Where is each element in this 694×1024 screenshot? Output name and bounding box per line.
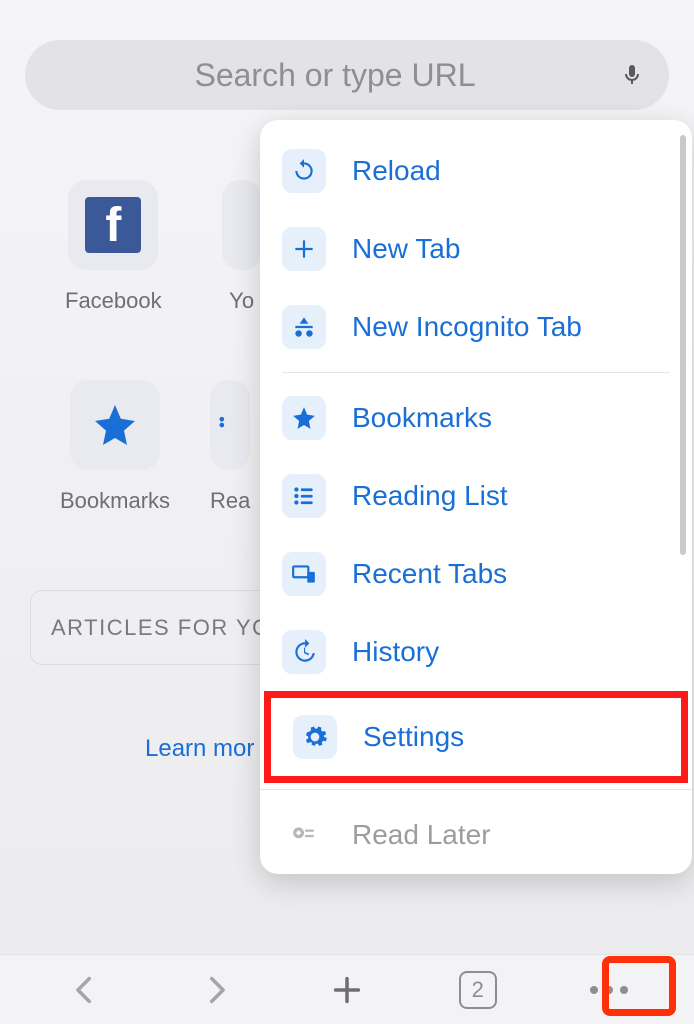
shortcut-bookmarks[interactable]: Bookmarks <box>60 380 170 514</box>
articles-heading-text: ARTICLES FOR YO <box>51 615 271 641</box>
menu-label: Settings <box>363 721 464 753</box>
incognito-icon <box>282 305 326 349</box>
search-bar[interactable]: Search or type URL <box>25 40 669 110</box>
learn-more-link[interactable]: Learn mor <box>145 735 254 763</box>
read-later-icon <box>282 813 326 857</box>
reload-icon <box>282 149 326 193</box>
menu-item-reload[interactable]: Reload <box>260 132 692 210</box>
star-icon <box>282 396 326 440</box>
menu-item-settings[interactable]: Settings <box>264 691 688 783</box>
star-icon <box>70 380 160 470</box>
overflow-menu: Reload New Tab New Incognito Tab Bookmar… <box>260 120 692 874</box>
shortcut-label: Bookmarks <box>60 488 170 514</box>
menu-item-read-later[interactable]: Read Later <box>260 796 692 874</box>
shortcuts-row-1: f Facebook Yo <box>65 180 262 314</box>
new-tab-button[interactable] <box>322 965 372 1015</box>
menu-label: Recent Tabs <box>352 558 507 590</box>
plus-icon <box>282 227 326 271</box>
menu-item-history[interactable]: History <box>260 613 692 691</box>
shortcut-reading-list[interactable]: Rea <box>210 380 250 514</box>
menu-divider <box>260 789 692 790</box>
menu-item-incognito[interactable]: New Incognito Tab <box>260 288 692 366</box>
menu-item-recent-tabs[interactable]: Recent Tabs <box>260 535 692 613</box>
menu-divider <box>282 372 670 373</box>
bottom-toolbar: 2 <box>0 954 694 1024</box>
shortcut-label: Yo <box>229 288 254 314</box>
facebook-icon: f <box>68 180 158 270</box>
menu-item-reading-list[interactable]: Reading List <box>260 457 692 535</box>
menu-label: Bookmarks <box>352 402 492 434</box>
list-icon <box>282 474 326 518</box>
shortcut-facebook[interactable]: f Facebook <box>65 180 162 314</box>
menu-label: History <box>352 636 439 668</box>
menu-label: Reading List <box>352 480 508 512</box>
forward-button[interactable] <box>191 965 241 1015</box>
shortcut-youtube[interactable]: Yo <box>222 180 262 314</box>
menu-item-bookmarks[interactable]: Bookmarks <box>260 379 692 457</box>
gear-icon <box>293 715 337 759</box>
youtube-icon <box>222 180 262 270</box>
menu-label: New Incognito Tab <box>352 311 582 343</box>
menu-item-new-tab[interactable]: New Tab <box>260 210 692 288</box>
menu-label: Read Later <box>352 819 491 851</box>
shortcut-label: Rea <box>210 488 250 514</box>
tab-count: 2 <box>459 971 497 1009</box>
devices-icon <box>282 552 326 596</box>
microphone-icon[interactable] <box>620 58 644 92</box>
search-placeholder: Search or type URL <box>50 57 620 94</box>
list-icon <box>210 380 250 470</box>
history-icon <box>282 630 326 674</box>
shortcut-label: Facebook <box>65 288 162 314</box>
more-button-highlight <box>602 956 676 1016</box>
back-button[interactable] <box>60 965 110 1015</box>
tabs-button[interactable]: 2 <box>453 965 503 1015</box>
articles-heading: ARTICLES FOR YO <box>30 590 290 665</box>
shortcuts-row-2: Bookmarks Rea <box>60 380 250 514</box>
menu-label: New Tab <box>352 233 460 265</box>
menu-label: Reload <box>352 155 441 187</box>
scrollbar[interactable] <box>680 135 686 555</box>
